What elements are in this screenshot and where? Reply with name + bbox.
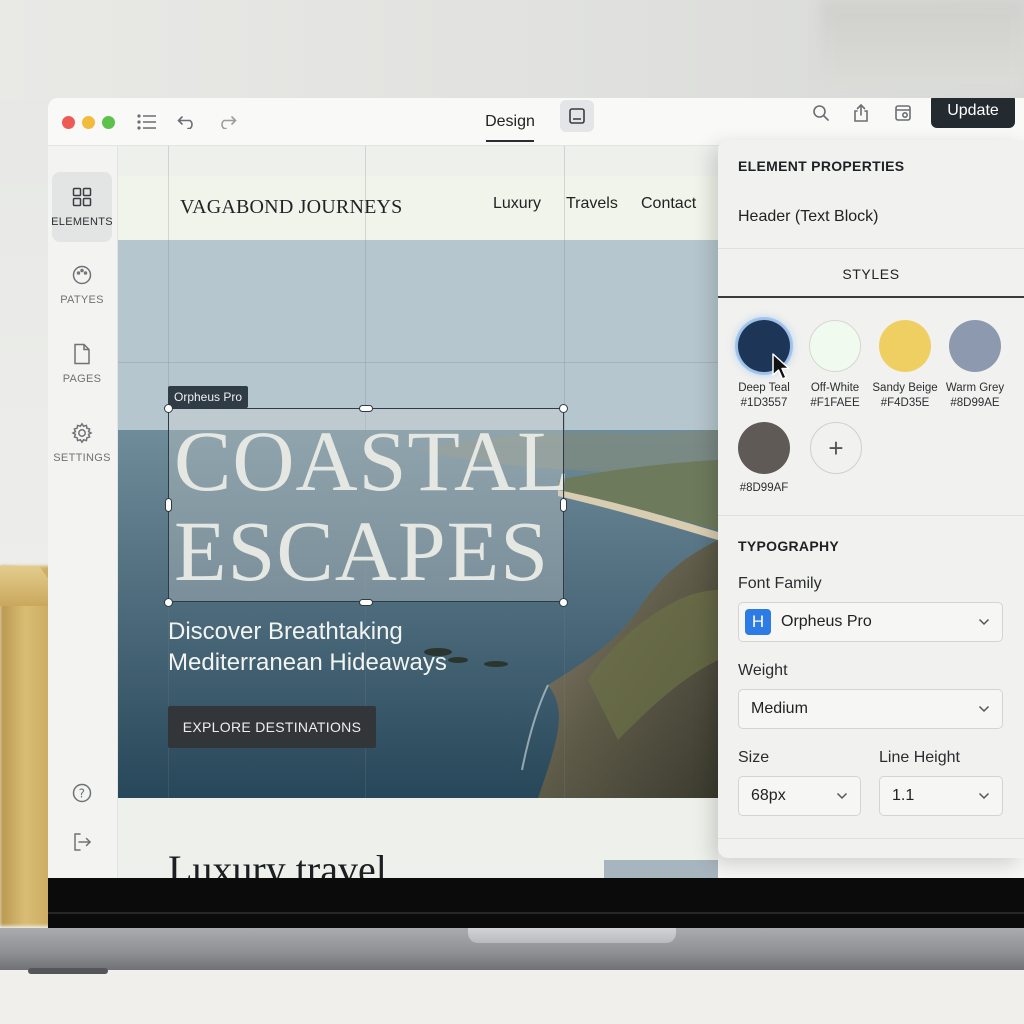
section-heading[interactable]: Luxury travel [168,850,387,878]
search-icon[interactable] [808,100,834,126]
list-icon[interactable] [134,109,160,135]
weight-label: Weight [738,662,788,679]
font-name-tag: Orpheus Pro [168,386,249,408]
nav-link-contact[interactable]: Contact [641,195,696,213]
chevron-down-icon [978,705,990,713]
line-height-label: Line Height [879,749,960,766]
swatch-custom[interactable] [738,422,790,474]
swatch-label: Warm Grey #8D99AE [945,382,1005,409]
tab-design[interactable]: Design [482,98,538,146]
undo-icon[interactable] [174,109,200,135]
plus-icon: + [828,432,844,463]
help-icon: ? [71,782,93,804]
help-button[interactable]: ? [52,773,112,813]
chevron-down-icon [836,792,848,800]
hero-subtitle[interactable]: Discover Breathtaking Mediterranean Hide… [168,616,528,678]
divider [718,838,1024,839]
resize-handle[interactable] [560,498,567,512]
preview-icon[interactable] [890,100,916,126]
device-preview-icon [569,108,585,124]
sidebar-item-label: PAGES [62,373,102,385]
device-preview-button[interactable] [560,100,594,132]
selected-element-name: Header (Text Block) [738,208,879,225]
site-logo[interactable]: VAGABOND JOURNEYS [180,196,403,219]
size-select[interactable]: 68px [738,776,861,816]
typography-heading: TYPOGRAPHY [738,538,840,554]
divider [718,248,1024,249]
swatch-label: Sandy Beige #F4D35E [872,382,938,409]
chevron-down-icon [978,618,990,626]
section-image [604,860,718,878]
design-canvas[interactable]: VAGABOND JOURNEYS Luxury Travels Contact [118,146,718,878]
swatch-sandy-beige[interactable] [879,320,931,372]
sidebar-item-label: SETTINGS [53,452,111,464]
laptop-hinge [48,912,1024,914]
swatch-label: Off-White #F1FAEE [810,382,860,409]
swatch-warm-grey[interactable] [949,320,1001,372]
font-badge-icon: H [745,609,771,635]
element-properties-panel: ELEMENT PROPERTIES Header (Text Block) S… [718,140,1024,858]
panel-title: ELEMENT PROPERTIES [738,158,905,174]
font-family-label: Font Family [738,575,822,592]
luxury-section[interactable]: Luxury travel [118,798,718,878]
palette-icon [71,264,93,286]
swatch-label: Deep Teal #1D3557 [738,382,790,409]
svg-text:?: ? [79,787,86,801]
add-swatch-button[interactable]: + [810,422,862,474]
nav-link-luxury[interactable]: Luxury [493,195,541,213]
logout-icon [71,831,93,853]
tab-styles[interactable]: STYLES [718,250,1024,298]
selection-box[interactable] [168,408,564,602]
resize-handle[interactable] [559,598,568,607]
minimize-window-button[interactable] [82,116,95,129]
mouse-cursor-icon [772,353,790,380]
explore-destinations-button[interactable]: EXPLORE DESTINATIONS [168,706,376,748]
line-height-select[interactable]: 1.1 [879,776,1003,816]
sidebar-item-settings[interactable]: SETTINGS [52,408,112,478]
grid-icon [71,186,93,208]
laptop-foot [28,968,108,974]
redo-icon[interactable] [214,109,240,135]
update-button[interactable]: Update [931,98,1015,128]
resize-handle[interactable] [164,404,173,413]
swatch-off-white[interactable] [809,320,861,372]
maximize-window-button[interactable] [102,116,115,129]
sidebar-item-label: PATYES [60,294,104,306]
resize-handle[interactable] [359,405,373,412]
line-height-value: 1.1 [892,787,915,804]
sidebar-item-patyes[interactable]: PATYES [52,250,112,320]
font-family-select[interactable]: H Orpheus Pro [738,602,1003,642]
sidebar-item-elements[interactable]: ELEMENTS [51,172,113,242]
nav-link-travels[interactable]: Travels [566,195,618,213]
weight-select[interactable]: Medium [738,689,1003,729]
guide-line [118,362,718,363]
left-sidebar: ELEMENTS PATYES PAGES SETTINGS ? [48,146,118,878]
resize-handle[interactable] [164,598,173,607]
sidebar-item-label: ELEMENTS [51,216,113,228]
weight-value: Medium [751,700,808,717]
font-family-value: Orpheus Pro [781,613,872,630]
size-label: Size [738,749,770,766]
swatch-label: #8D99AF [739,482,789,494]
page-icon [71,343,93,365]
laptop-bezel [48,878,1024,930]
resize-handle[interactable] [359,599,373,606]
laptop-notch [468,928,676,943]
size-value: 68px [751,787,786,804]
sidebar-item-pages[interactable]: PAGES [52,329,112,399]
divider [718,515,1024,516]
chevron-down-icon [978,792,990,800]
resize-handle[interactable] [165,498,172,512]
gear-icon [71,422,93,444]
logout-button[interactable] [52,822,112,862]
title-bar: Design Update [48,98,1024,146]
share-icon[interactable] [848,100,874,126]
site-header[interactable]: VAGABOND JOURNEYS Luxury Travels Contact [118,176,718,240]
close-window-button[interactable] [62,116,75,129]
background-blur [820,0,1024,90]
resize-handle[interactable] [559,404,568,413]
